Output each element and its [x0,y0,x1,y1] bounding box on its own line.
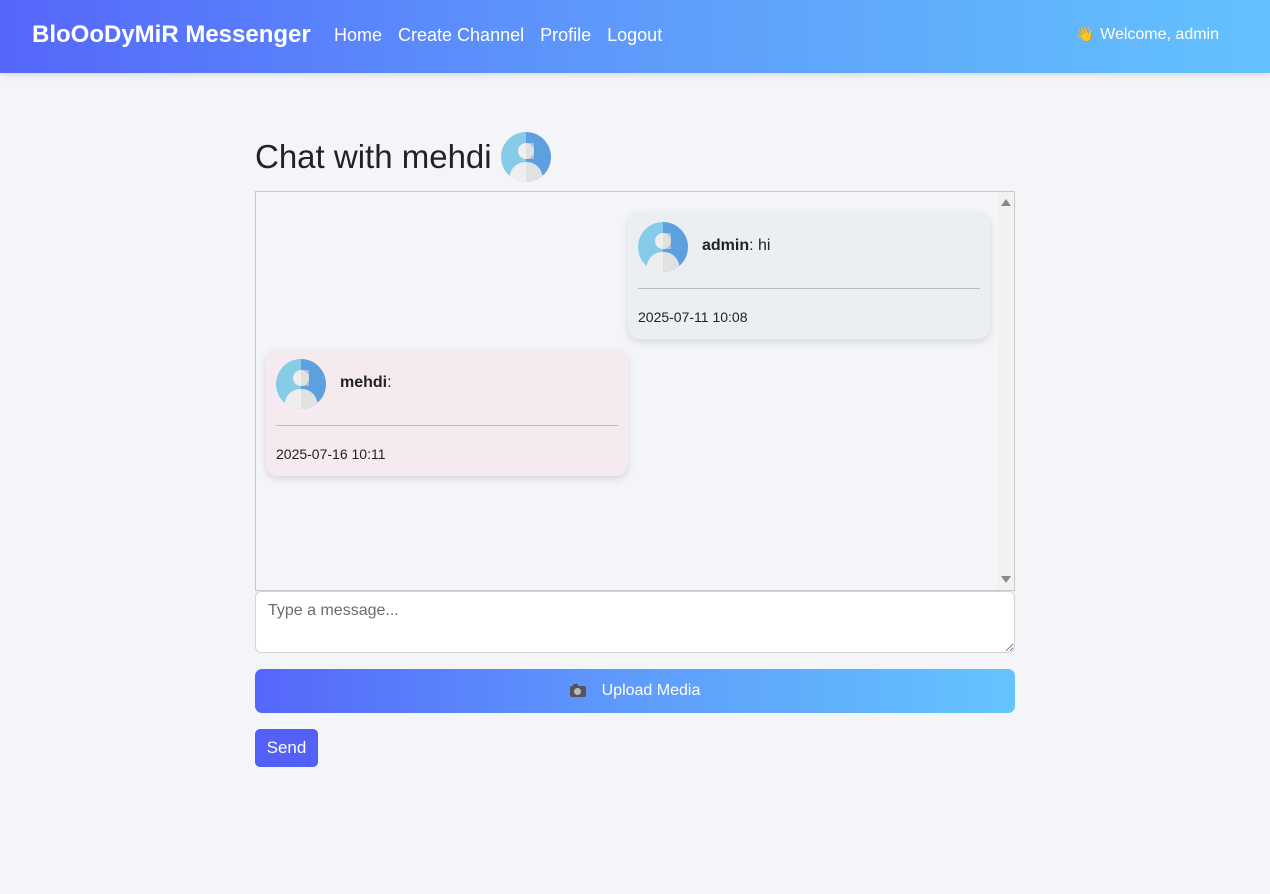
message-input[interactable] [255,591,1015,653]
message-timestamp: 2025-07-11 10:08 [638,309,748,325]
nav-profile-link[interactable]: Profile [540,23,591,47]
message-sender: mehdi [340,374,388,391]
nav-logout-link[interactable]: Logout [607,23,662,47]
nav-home-link[interactable]: Home [334,23,382,47]
messages-scrollbar[interactable] [998,192,1014,590]
message-separator: : [749,237,759,254]
user-avatar-icon [638,222,688,272]
message-content: mehdi: [340,374,392,392]
nav-create-channel-link[interactable]: Create Channel [398,23,524,47]
nav-links: Home Create Channel Profile Logout [334,23,662,47]
navbar: BloOoDyMiR Messenger Home Create Channel… [0,0,1270,73]
contact-avatar[interactable] [501,132,551,182]
message-header: admin: hi [638,222,980,272]
message-bubble-received: mehdi: 2025-07-16 10:11 [266,349,628,476]
upload-media-label: Upload Media [601,682,701,699]
scroll-down-arrow-icon[interactable] [1001,576,1011,583]
chat-page: Chat with mehdi admin: hi 2025-07-11 10:… [255,130,1015,767]
brand-link[interactable]: BloOoDyMiR Messenger [32,20,311,50]
messages-container[interactable]: admin: hi 2025-07-11 10:08 mehdi: 2025-0… [255,191,1015,591]
welcome-text: Welcome, admin [1100,26,1219,43]
message-content: admin: hi [702,237,770,255]
camera-icon [569,683,586,697]
message-header: mehdi: [276,359,618,409]
scroll-up-arrow-icon[interactable] [1001,199,1011,206]
message-timestamp: 2025-07-16 10:11 [276,446,386,462]
message-bubble-sent: admin: hi 2025-07-11 10:08 [628,212,990,339]
message-divider [276,425,618,426]
page-title: Chat with mehdi [255,138,492,175]
user-avatar-icon [276,359,326,409]
sender-avatar [638,222,688,272]
send-button[interactable]: Send [255,729,318,767]
chat-header: Chat with mehdi [255,130,1015,184]
message-text: hi [758,237,771,254]
waving-hand-icon: 👋 [1075,26,1095,43]
message-divider [638,288,980,289]
message-sender: admin [702,237,750,254]
sender-avatar [276,359,326,409]
user-avatar-icon [501,132,551,182]
welcome-message: 👋 Welcome, admin [1075,24,1219,46]
upload-media-button[interactable]: Upload Media [255,669,1015,713]
message-separator: : [387,374,392,391]
